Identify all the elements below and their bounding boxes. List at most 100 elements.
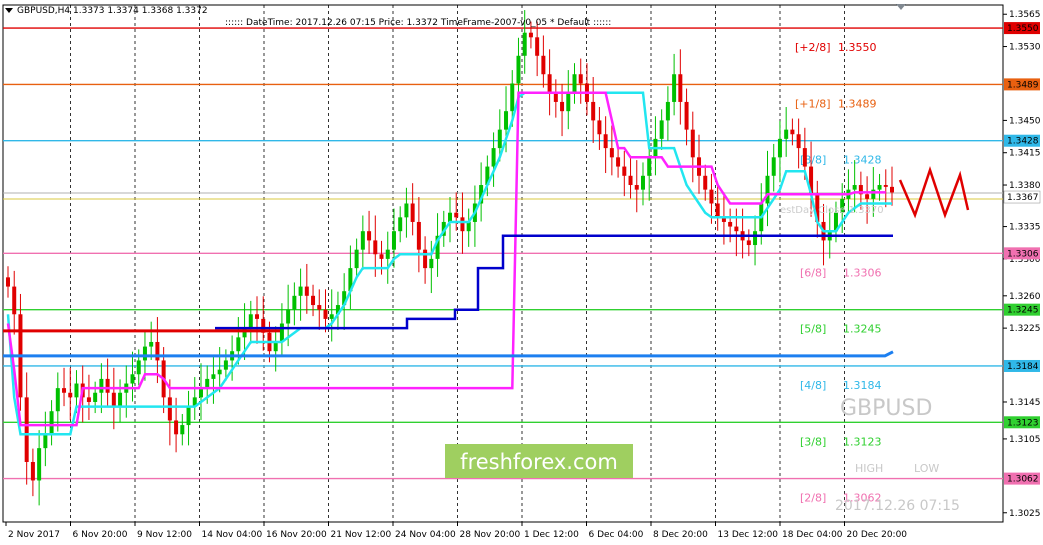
candle-body bbox=[497, 129, 502, 149]
watermark-high: HIGH bbox=[855, 462, 883, 475]
level-value: 1.3428 bbox=[843, 154, 882, 167]
candle-body bbox=[155, 341, 160, 361]
level-price-tag-label: 1.3123 bbox=[1007, 418, 1039, 428]
brand-text: freshforex.com bbox=[460, 450, 618, 474]
scroll-marker-icon[interactable] bbox=[896, 4, 906, 10]
candle-body bbox=[404, 203, 409, 218]
candle-body bbox=[553, 92, 558, 102]
collapse-triangle-icon[interactable] bbox=[5, 8, 13, 13]
candle-body bbox=[354, 249, 359, 269]
candle-body bbox=[248, 314, 253, 329]
candle-body bbox=[883, 185, 888, 187]
price-chart[interactable]: [+2/8] 1.3550[+1/8] 1.3489[8/8] 1.3428[6/8]… bbox=[0, 0, 1043, 545]
y-tick-label: 1.3530 bbox=[1009, 43, 1041, 53]
candle-body bbox=[223, 360, 228, 370]
candle-body bbox=[628, 175, 633, 186]
candle-body bbox=[180, 425, 185, 435]
candle-body bbox=[746, 240, 751, 246]
candle-body bbox=[504, 111, 509, 130]
candle-body bbox=[734, 226, 739, 232]
candle-body bbox=[622, 166, 627, 176]
candle-body bbox=[865, 194, 870, 199]
candle-body bbox=[616, 157, 621, 167]
candle-body bbox=[118, 392, 123, 407]
candle-body bbox=[871, 189, 876, 199]
candle-body bbox=[398, 217, 403, 232]
zigzag-marker bbox=[898, 166, 970, 219]
x-tick-label: 6 Dec 04:00 bbox=[589, 530, 644, 540]
candle-body bbox=[49, 411, 54, 435]
candle-body bbox=[323, 309, 328, 319]
candle-body bbox=[93, 392, 98, 402]
level-name: [+2/8] bbox=[795, 41, 831, 54]
candle-body bbox=[448, 212, 452, 222]
level-value: 1.3245 bbox=[843, 323, 882, 336]
price-axis[interactable]: 1.3565 1.3530 1.3450 1.3415 1.3380 1.3335 1.33… bbox=[1003, 10, 1041, 519]
candle-body bbox=[516, 55, 521, 84]
level-value: 1.3184 bbox=[843, 379, 882, 392]
watermark-symbol: GBPUSD bbox=[840, 396, 932, 421]
candle-body bbox=[460, 217, 465, 232]
x-tick-label: 21 Nov 12:00 bbox=[331, 530, 392, 540]
candle-body bbox=[454, 212, 459, 218]
x-tick-label: 13 Dec 12:00 bbox=[718, 530, 779, 540]
candle-body bbox=[111, 392, 116, 407]
candle-body bbox=[765, 175, 770, 204]
candle-body bbox=[647, 157, 652, 176]
candle-body bbox=[728, 221, 733, 227]
candle-body bbox=[491, 148, 496, 167]
candle-body bbox=[55, 388, 60, 412]
candle-body bbox=[317, 305, 322, 310]
indicator-lines bbox=[3, 91, 894, 436]
y-tick-label: 1.3025 bbox=[1009, 509, 1041, 519]
candle-body bbox=[279, 323, 284, 342]
candle-body bbox=[790, 129, 795, 135]
candle-body bbox=[24, 397, 29, 462]
candle-body bbox=[528, 32, 533, 38]
y-tick-label: 1.3335 bbox=[1009, 223, 1041, 233]
candle-body bbox=[311, 295, 316, 306]
candle-body bbox=[211, 374, 216, 379]
candle-body bbox=[167, 397, 172, 421]
candle-body bbox=[62, 388, 67, 393]
candle-body bbox=[99, 378, 104, 393]
candle-body bbox=[360, 231, 365, 250]
candle-body bbox=[43, 434, 48, 449]
candle-body bbox=[410, 203, 415, 222]
candle-body bbox=[217, 369, 222, 375]
candle-body bbox=[136, 360, 141, 375]
level-price-tag-label: 1.3428 bbox=[1007, 137, 1039, 147]
candle-body bbox=[703, 175, 708, 190]
watermark-datetime: 2017.12.26 07:15 bbox=[835, 498, 960, 514]
x-tick-label: 18 Dec 04:00 bbox=[782, 530, 843, 540]
candle-body bbox=[665, 101, 670, 121]
candle-body bbox=[273, 341, 278, 352]
candle-body bbox=[597, 120, 602, 135]
candle-body bbox=[709, 189, 714, 204]
candle-body bbox=[715, 203, 720, 218]
candle-body bbox=[784, 129, 789, 139]
candle-body bbox=[672, 74, 677, 102]
candle-body bbox=[578, 74, 583, 84]
level-value: 1.3306 bbox=[843, 266, 882, 279]
candle-body bbox=[890, 186, 894, 193]
level-price-tag-label: 1.3489 bbox=[1007, 80, 1039, 90]
candle-body bbox=[753, 231, 758, 246]
level-price-tag-label: 1.3550 bbox=[1007, 24, 1039, 34]
candle-body bbox=[205, 378, 210, 389]
candle-body bbox=[566, 92, 571, 112]
candle-body bbox=[12, 286, 17, 315]
level-name: [5/8] bbox=[800, 323, 826, 336]
candle-body bbox=[149, 341, 154, 347]
candle-body bbox=[379, 254, 384, 259]
candle-body bbox=[130, 374, 135, 384]
x-tick-label: 9 Nov 12:00 bbox=[137, 530, 192, 540]
time-axis[interactable]: 2 Nov 2017 6 Nov 20:00 9 Nov 12:00 14 Nov 0… bbox=[5, 522, 907, 540]
candle-body bbox=[37, 448, 42, 481]
candle-body bbox=[68, 392, 73, 398]
candle-body bbox=[367, 231, 372, 241]
candle-body bbox=[86, 397, 91, 402]
x-tick-label: 1 Dec 12:00 bbox=[524, 530, 579, 540]
candle-body bbox=[659, 120, 664, 139]
candle-body bbox=[877, 185, 882, 190]
